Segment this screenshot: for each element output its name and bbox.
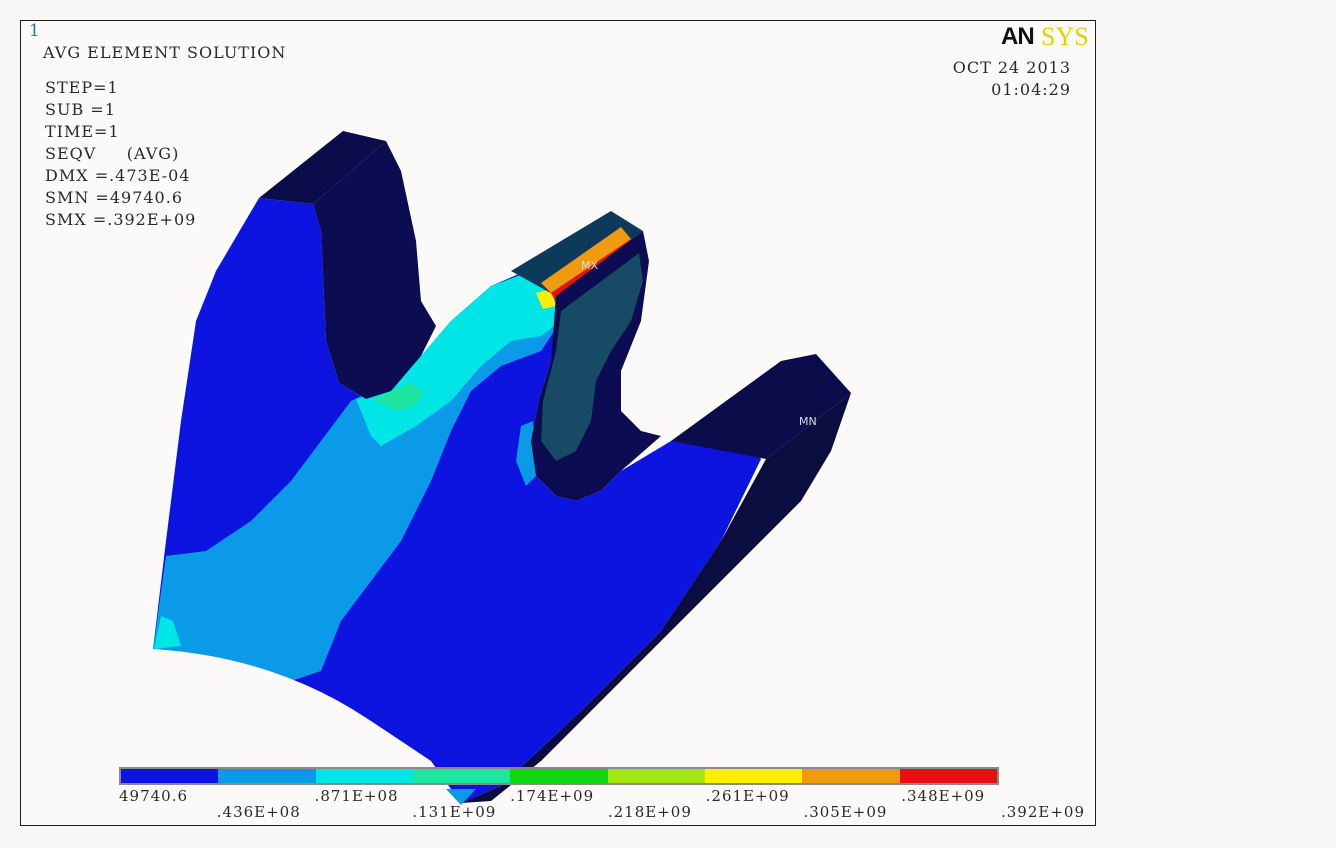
contour-legend-bar [119,767,999,785]
min-marker: MN [799,415,817,428]
legend-label-top-3: .261E+09 [705,787,790,805]
legend-label-bottom-4: .392E+09 [1000,803,1085,821]
legend-swatch-3 [412,769,511,783]
legend-swatch-4 [510,769,608,783]
legend-label-bottom-2: .218E+09 [607,803,692,821]
legend-swatch-7 [802,769,900,783]
legend-swatch-2 [315,769,413,783]
legend-label-top-1: .871E+08 [314,787,399,805]
legend-label-bottom-3: .305E+09 [803,803,888,821]
legend-swatch-0 [121,769,219,783]
legend-label-bottom-0: .436E+08 [216,803,301,821]
legend-label-bottom-1: .131E+09 [412,803,497,821]
max-marker: MX [581,259,598,272]
legend-label-top-0: 49740.6 [119,787,189,805]
legend-label-top-4: .348E+09 [901,787,986,805]
legend-swatch-1 [218,769,316,783]
gear-tooth-model: MX MN [121,131,851,811]
legend-swatch-5 [607,769,705,783]
legend-swatch-8 [899,769,997,783]
legend-swatch-6 [704,769,803,783]
graphics-viewport[interactable]: 1 AVG ELEMENT SOLUTION STEP=1 SUB =1 TIM… [20,20,1096,826]
legend-label-top-2: .174E+09 [510,787,595,805]
